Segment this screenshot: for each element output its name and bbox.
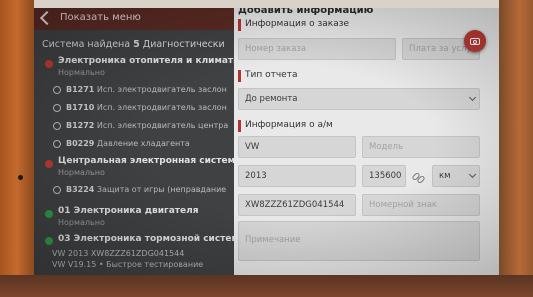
model-input[interactable]: Модель	[362, 136, 480, 158]
mileage-unit-select[interactable]: км	[432, 165, 480, 187]
systems-found-summary: Система найдена 5 Диагностически	[42, 39, 225, 50]
chevron-down-icon	[468, 93, 477, 102]
fault-code: B1271 Исп. электродвигатель заслон	[66, 85, 227, 94]
fault-code-id: B1710	[66, 103, 95, 112]
fault-code-row[interactable]: B3224 Защита от игры (неправдание	[34, 184, 234, 198]
fault-code: B1272 Исп. электродвигатель центра	[66, 121, 228, 130]
section-title: Информация о а/м	[245, 120, 333, 130]
panel-title: Добавить информацию	[238, 8, 374, 16]
system-status: Нормально	[58, 68, 105, 77]
system-item-brakes[interactable]: 03 Электроника тормозной системы	[34, 234, 234, 248]
year-input[interactable]: 2013	[238, 165, 356, 187]
system-status: Нормально	[58, 168, 105, 177]
fault-radio-icon	[53, 86, 61, 94]
system-title: Центральная электронная система	[58, 156, 234, 166]
systems-found-count: 5	[133, 39, 140, 50]
diagnostic-results-panel: Показать меню Система найдена 5 Диагност…	[34, 8, 234, 275]
section-accent-bar	[238, 19, 241, 31]
section-title: Тип отчета	[245, 70, 298, 80]
license-plate-input[interactable]: Номерной знак	[362, 194, 480, 216]
device-bezel-bottom	[0, 275, 533, 297]
make-input[interactable]: VW	[238, 136, 356, 158]
section-accent-bar	[238, 120, 241, 132]
menu-header[interactable]: Показать меню	[34, 8, 234, 30]
fault-code-text: Давление хладагента	[96, 139, 190, 148]
camera-button[interactable]	[464, 30, 486, 52]
system-title: Электроника отопителя и климатич	[58, 56, 234, 66]
fault-radio-icon	[53, 140, 61, 148]
fault-code-row[interactable]: B1271 Исп. электродвигатель заслон	[34, 84, 234, 98]
chevron-down-icon	[468, 170, 477, 179]
tablet-screen: Показать меню Система найдена 5 Диагност…	[34, 8, 499, 275]
section-title: Информация о заказе	[245, 19, 350, 29]
device-bezel-top	[0, 0, 533, 8]
show-menu-label[interactable]: Показать меню	[60, 12, 141, 23]
fault-code-text: Исп. электродвигатель центра	[96, 121, 229, 130]
add-info-panel: Добавить информацию Информация о заказе …	[234, 8, 499, 275]
device-bezel-right	[499, 0, 533, 297]
error-status-dot	[45, 60, 53, 68]
ok-status-dot	[45, 237, 53, 245]
system-item-engine[interactable]: 01 Электроника двигателя Нормально	[34, 206, 234, 230]
system-title: 01 Электроника двигателя	[58, 206, 199, 216]
error-status-dot	[45, 160, 53, 168]
report-type-value: До ремонта	[245, 94, 298, 104]
ok-status-dot	[45, 210, 53, 218]
fault-code-id: B0229	[66, 139, 95, 148]
fault-code-id: B3224	[66, 185, 95, 194]
fault-code-row[interactable]: B1272 Исп. электродвигатель центра	[34, 120, 234, 134]
front-camera	[18, 175, 23, 180]
mileage-input[interactable]: 135600	[362, 165, 406, 187]
software-version-footer: VW V19.15 • Быстрое тестирование	[52, 260, 204, 269]
vehicle-info-section: Информация о а/м	[238, 120, 488, 132]
link-icon[interactable]	[411, 171, 426, 185]
fault-code-row[interactable]: B0229 Давление хладагента	[34, 138, 234, 152]
order-number-input[interactable]: Номер заказа	[238, 38, 396, 60]
fault-radio-icon	[53, 122, 61, 130]
section-accent-bar	[238, 70, 241, 82]
system-title: 03 Электроника тормозной системы	[58, 234, 234, 244]
system-item-hvac[interactable]: Электроника отопителя и климатич Нормаль…	[34, 56, 234, 80]
report-type-select[interactable]: До ремонта	[238, 88, 480, 110]
fault-code: B3224 Защита от игры (неправдание	[66, 185, 226, 194]
fault-code-text: Исп. электродвигатель заслон	[96, 103, 227, 112]
fault-code-id: B1271	[66, 85, 95, 94]
device-bezel-left	[0, 0, 34, 297]
system-item-central-electronics[interactable]: Центральная электронная система Нормальн…	[34, 156, 234, 180]
fault-code-row[interactable]: B1710 Исп. электродвигатель заслон	[34, 102, 234, 116]
vin-input[interactable]: XW8ZZZ61ZDG041544	[238, 194, 356, 216]
fault-code: B0229 Давление хладагента	[66, 139, 190, 148]
chevron-left-icon[interactable]	[39, 10, 55, 26]
systems-found-suffix: Диагностически	[142, 39, 225, 50]
camera-lens-icon	[473, 40, 477, 44]
fault-radio-icon	[53, 186, 61, 194]
report-type-section: Тип отчета	[238, 70, 488, 82]
fault-radio-icon	[53, 104, 61, 112]
fault-code-text: Защита от игры (неправдание	[96, 185, 227, 194]
notes-textarea[interactable]: Примечание	[238, 221, 480, 261]
vehicle-vin-footer: VW 2013 XW8ZZZ61ZDG041544	[52, 249, 185, 258]
fault-code: B1710 Исп. электродвигатель заслон	[66, 103, 227, 112]
fault-code-text: Исп. электродвигатель заслон	[96, 85, 227, 94]
systems-found-prefix: Система найдена	[42, 39, 131, 50]
fault-code-id: B1272	[66, 121, 95, 130]
system-status: Нормально	[58, 218, 105, 227]
mileage-unit-value: км	[439, 171, 451, 181]
order-info-section: Информация о заказе	[238, 19, 488, 31]
